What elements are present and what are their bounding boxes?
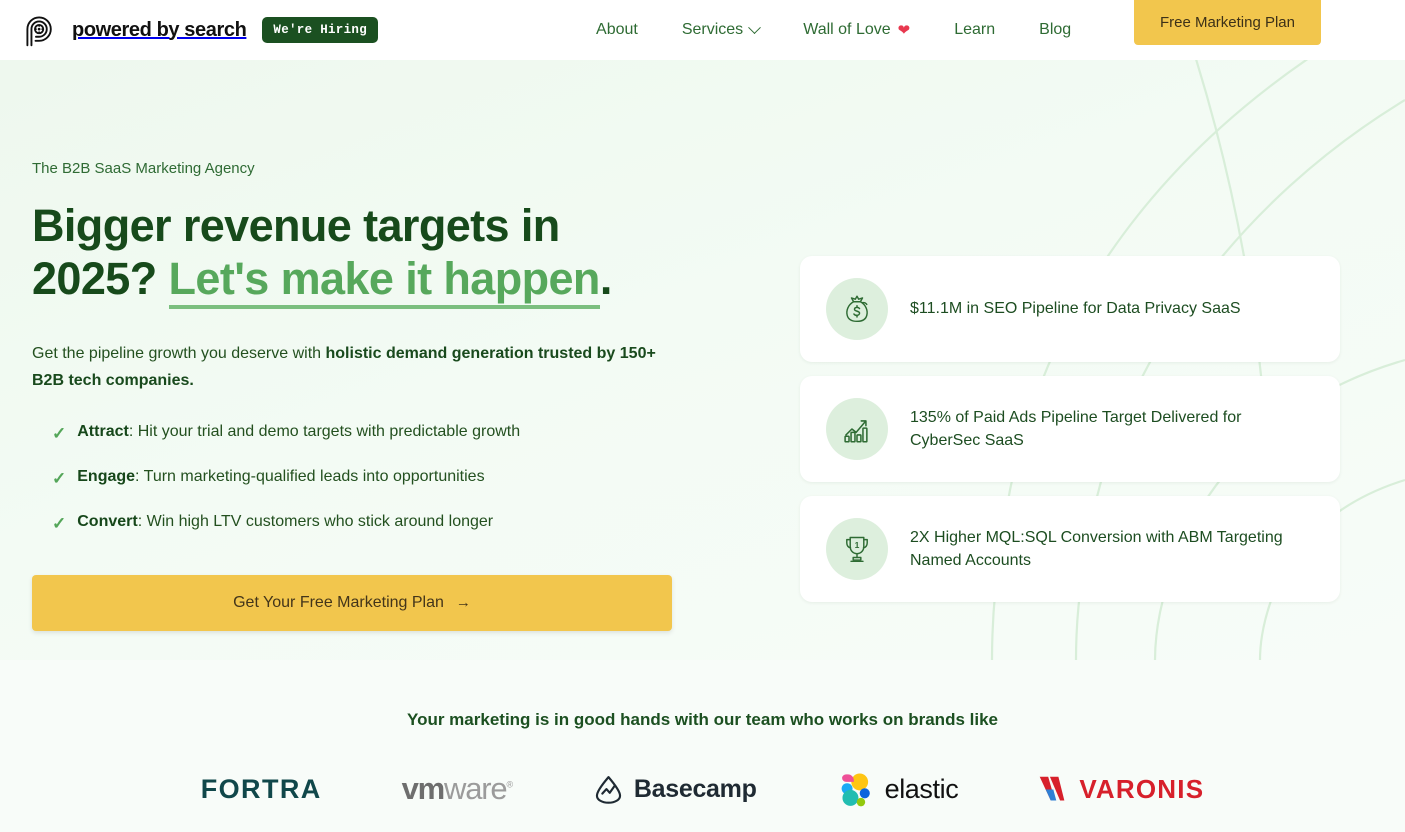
- client-logos-section: Your marketing is in good hands with our…: [0, 660, 1405, 832]
- svg-text:1: 1: [855, 540, 860, 550]
- header-free-marketing-plan-button[interactable]: Free Marketing Plan: [1133, 0, 1321, 45]
- nav-item-blog[interactable]: Blog: [1017, 13, 1093, 47]
- nav-label: Wall of Love: [803, 21, 891, 38]
- page-title: Bigger revenue targets in 2025? Let's ma…: [32, 199, 672, 310]
- nav-label: Services: [681, 21, 744, 38]
- site-header: powered by search We're Hiring About Ser…: [0, 0, 1405, 60]
- bar-chart-growth-icon: [826, 398, 888, 460]
- brand-logo-link[interactable]: powered by search: [22, 12, 247, 48]
- nav-item-learn[interactable]: Learn: [932, 13, 1017, 47]
- elastic-logo-icon: elastic: [837, 768, 959, 810]
- nav-item-services[interactable]: Services: [660, 13, 781, 47]
- heart-icon: ❤: [897, 21, 911, 39]
- benefit-term: Engage: [77, 468, 136, 486]
- basecamp-logo-icon: Basecamp: [592, 768, 757, 810]
- result-card-seo-pipeline[interactable]: $11.1M in SEO Pipeline for Data Privacy …: [800, 256, 1340, 362]
- hero-subheading: Get the pipeline growth you deserve with…: [32, 341, 677, 395]
- benefit-term: Convert: [77, 513, 138, 531]
- benefit-text: Attract: Hit your trial and demo targets…: [77, 423, 520, 441]
- benefit-text: Convert: Win high LTV customers who stic…: [77, 513, 493, 531]
- result-card-text: $11.1M in SEO Pipeline for Data Privacy …: [910, 300, 1241, 318]
- main-navigation: About Services Wall of Love ❤ Learn Blog: [574, 13, 1093, 47]
- headline-tail: .: [599, 253, 613, 305]
- hero-cta-label: Get Your Free Marketing Plan: [233, 594, 444, 612]
- list-item: ✓ Convert: Win high LTV customers who st…: [32, 513, 800, 535]
- brand-wordmark: powered by search: [72, 18, 247, 41]
- fingerprint-gear-logo-icon: [22, 12, 58, 48]
- check-icon: ✓: [52, 423, 67, 443]
- benefit-term: Attract: [77, 422, 129, 440]
- varonis-logo-text: VARONIS: [1079, 773, 1205, 804]
- list-item: ✓ Attract: Hit your trial and demo targe…: [32, 423, 800, 445]
- nav-label: About: [596, 21, 638, 38]
- check-icon: ✓: [52, 469, 67, 489]
- result-card-text: 135% of Paid Ads Pipeline Target Deliver…: [910, 408, 1242, 449]
- elastic-logo-text: elastic: [884, 773, 959, 804]
- result-card-text: 2X Higher MQL:SQL Conversion with ABM Ta…: [910, 528, 1283, 569]
- nav-item-wall-of-love[interactable]: Wall of Love ❤: [781, 13, 932, 47]
- arrow-right-icon: →: [455, 594, 471, 612]
- benefit-text: Engage: Turn marketing-qualified leads i…: [77, 468, 484, 486]
- vmware-logo-text: vmware®: [401, 771, 514, 806]
- hero-copy-column: The B2B SaaS Marketing Agency Bigger rev…: [32, 60, 800, 660]
- vmware-logo-icon: vmware®: [401, 768, 514, 810]
- list-item: ✓ Engage: Turn marketing-qualified leads…: [32, 468, 800, 490]
- chevron-down-icon: [748, 20, 762, 34]
- result-card-paid-ads-pipeline[interactable]: 135% of Paid Ads Pipeline Target Deliver…: [800, 376, 1340, 482]
- client-logos-title: Your marketing is in good hands with our…: [407, 710, 998, 729]
- hero-results-column: $11.1M in SEO Pipeline for Data Privacy …: [800, 60, 1340, 660]
- hero-section: The B2B SaaS Marketing Agency Bigger rev…: [0, 60, 1405, 660]
- hero-benefits-list: ✓ Attract: Hit your trial and demo targe…: [32, 423, 800, 535]
- nav-item-about[interactable]: About: [574, 13, 660, 47]
- fortra-logo-icon: FORTRA: [201, 768, 322, 810]
- trophy-icon: 1: [826, 518, 888, 580]
- client-logo-row: FORTRA vmware® Basecamp elastic VARONIS: [0, 768, 1405, 810]
- hiring-badge[interactable]: We're Hiring: [262, 17, 379, 43]
- nav-label: Blog: [1039, 21, 1072, 38]
- hero-get-free-marketing-plan-button[interactable]: Get Your Free Marketing Plan →: [32, 575, 672, 632]
- hero-eyebrow: The B2B SaaS Marketing Agency: [32, 160, 255, 177]
- check-icon: ✓: [52, 514, 67, 534]
- result-card-mql-sql-conversion[interactable]: 1 2X Higher MQL:SQL Conversion with ABM …: [800, 496, 1340, 602]
- benefit-desc: : Win high LTV customers who stick aroun…: [137, 513, 494, 531]
- nav-label: Learn: [954, 21, 996, 38]
- subhead-plain: Get the pipeline growth you deserve with: [32, 345, 326, 363]
- benefit-desc: : Turn marketing-qualified leads into op…: [135, 468, 485, 486]
- money-bag-icon: [826, 278, 888, 340]
- benefit-desc: : Hit your trial and demo targets with p…: [128, 422, 521, 440]
- headline-highlight: Let's make it happen: [168, 253, 600, 310]
- varonis-logo-icon: VARONIS: [1038, 768, 1204, 810]
- fortra-logo-text: FORTRA: [200, 773, 322, 804]
- basecamp-logo-text: Basecamp: [633, 774, 757, 803]
